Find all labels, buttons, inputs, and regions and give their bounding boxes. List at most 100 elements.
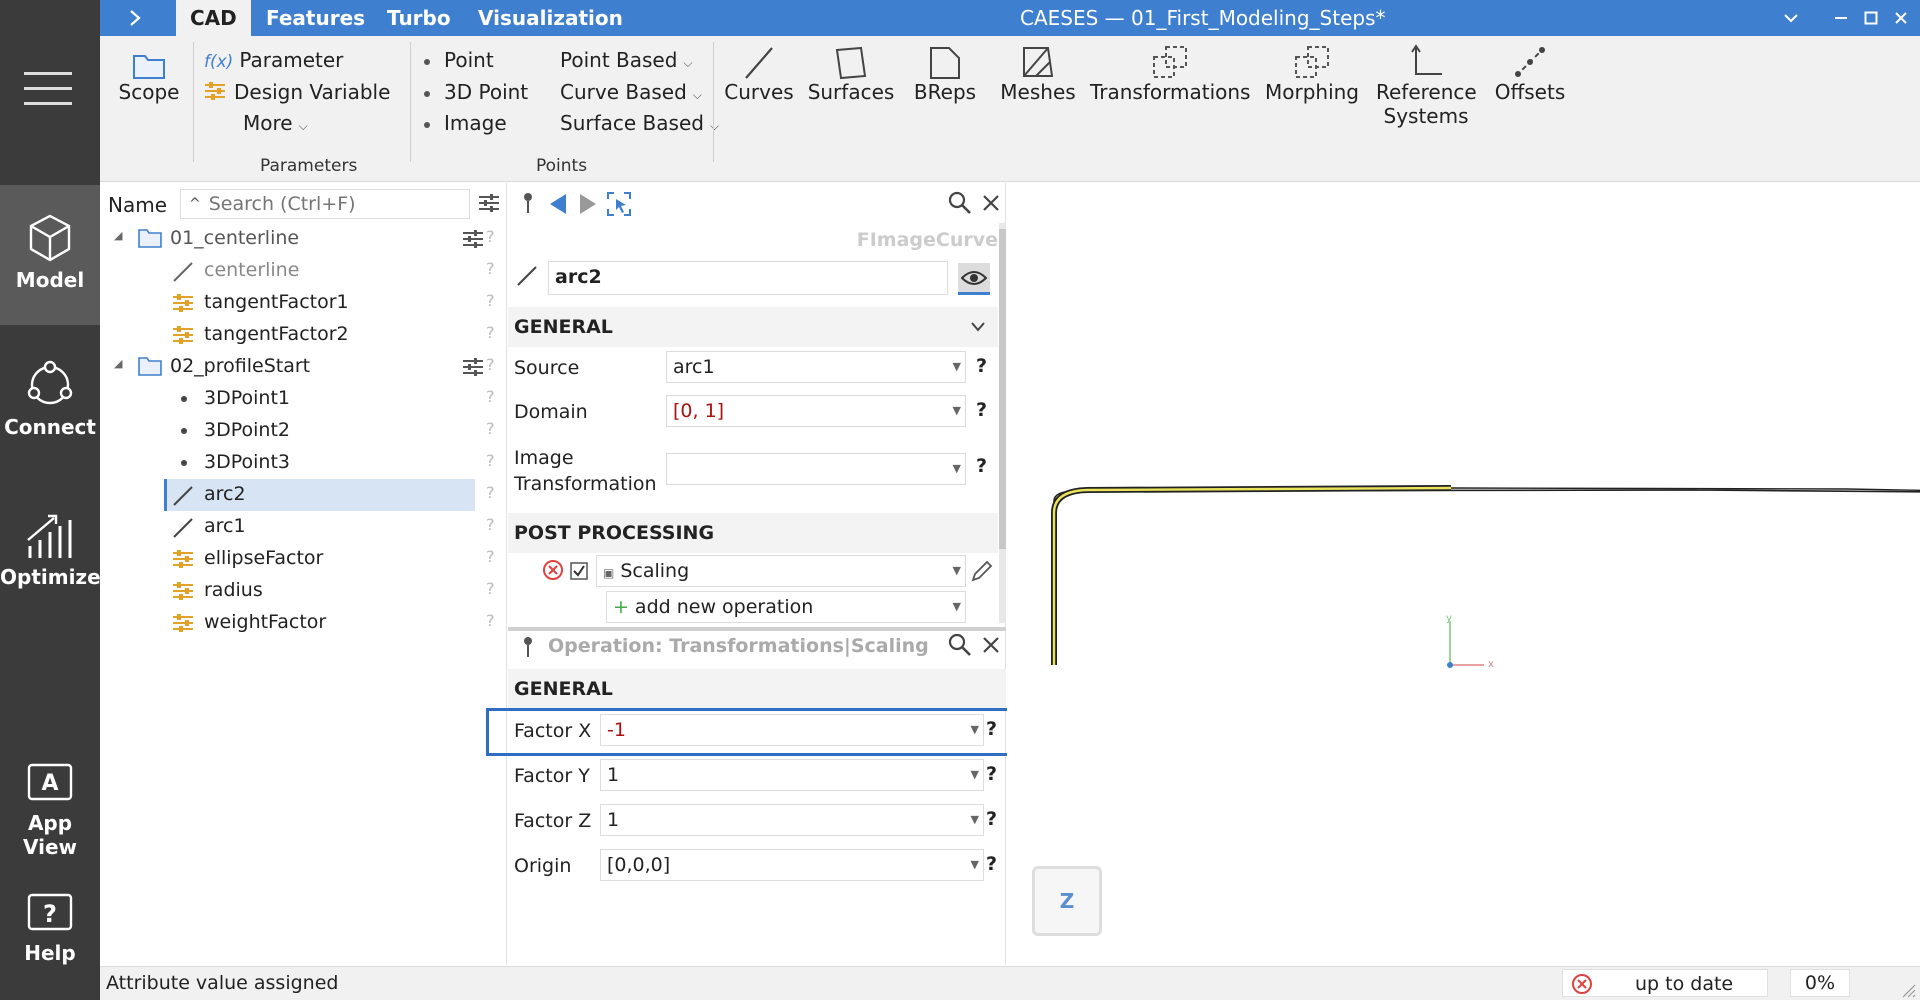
nav-app-view[interactable]: A App View — [0, 762, 100, 862]
tree-item-arc2-selected[interactable]: arc2 ? — [100, 479, 507, 511]
domain-help-button[interactable]: ? — [976, 399, 987, 421]
tree-folder-01-centerline[interactable]: ◢ 01_centerline ? — [100, 223, 507, 255]
panel-splitter[interactable] — [508, 627, 1006, 631]
tab-turbo[interactable]: Turbo — [373, 0, 465, 36]
breps-button[interactable]: BReps — [908, 36, 982, 104]
source-field[interactable]: arc1 ▼ — [666, 351, 966, 383]
sliders-icon[interactable] — [462, 229, 484, 254]
help-marker[interactable]: ? — [486, 227, 495, 246]
curve-based-dropdown[interactable]: Curve Based ⌵ — [560, 80, 702, 104]
nav-model[interactable]: Model — [0, 185, 100, 325]
factor-y-help-button[interactable]: ? — [986, 763, 997, 785]
dropdown-arrow-icon[interactable]: ▼ — [953, 592, 961, 622]
post-processing-section-header[interactable]: POST PROCESSING — [508, 513, 998, 553]
tree-item-weightfactor[interactable]: weightFactor ? — [100, 607, 507, 639]
dropdown-arrow-icon[interactable]: ▼ — [953, 454, 961, 484]
help-marker[interactable]: ? — [486, 515, 495, 534]
tab-features[interactable]: Features — [252, 0, 379, 36]
point-button[interactable]: Point — [424, 48, 494, 72]
tree-item-3dpoint2[interactable]: 3DPoint2 ? — [100, 415, 507, 447]
nav-connect[interactable]: Connect — [0, 360, 100, 460]
maximize-icon[interactable] — [1856, 0, 1886, 36]
sliders-icon[interactable] — [462, 357, 484, 382]
search-icon[interactable] — [948, 633, 972, 662]
name-column-header[interactable]: Name — [108, 193, 167, 217]
factor-z-help-button[interactable]: ? — [986, 808, 997, 830]
help-marker[interactable]: ? — [486, 419, 495, 438]
dropdown-arrow-icon[interactable]: ▼ — [971, 850, 979, 880]
edit-pencil-icon[interactable] — [970, 559, 994, 588]
tree-item-arc1[interactable]: arc1 ? — [100, 511, 507, 543]
scrollbar-thumb[interactable] — [999, 229, 1006, 549]
resize-grip-icon[interactable] — [1900, 981, 1916, 1000]
meshes-button[interactable]: Meshes — [994, 36, 1082, 104]
menu-chevron-down-icon[interactable] — [1776, 0, 1806, 36]
visibility-eye-icon[interactable] — [958, 263, 990, 295]
tree-item-3dpoint1[interactable]: 3DPoint1 ? — [100, 383, 507, 415]
collapse-triangle-icon[interactable]: ◢ — [114, 357, 122, 370]
morphing-button[interactable]: Morphing — [1262, 36, 1362, 104]
help-marker[interactable]: ? — [486, 547, 495, 566]
surface-based-dropdown[interactable]: Surface Based ⌵ — [560, 111, 719, 135]
general-section-header[interactable]: GENERAL — [508, 307, 998, 347]
tree-folder-02-profilestart[interactable]: ◢ 02_profileStart ? — [100, 351, 507, 383]
scope-button[interactable]: Scope — [114, 36, 184, 104]
dropdown-arrow-icon[interactable]: ▼ — [953, 396, 961, 426]
close-panel-icon[interactable] — [982, 193, 1000, 217]
tab-cad[interactable]: CAD — [176, 0, 251, 36]
help-marker[interactable]: ? — [486, 451, 495, 470]
help-marker[interactable]: ? — [486, 355, 495, 374]
back-arrow-icon[interactable] — [548, 193, 568, 220]
remove-error-icon[interactable] — [542, 559, 564, 586]
scaling-operation-field[interactable]: ▣ Scaling ▼ — [596, 555, 966, 587]
search-input[interactable] — [208, 193, 449, 215]
object-name-input[interactable]: arc2 — [548, 261, 948, 295]
collapse-chevron-icon[interactable] — [970, 307, 986, 347]
origin-field[interactable]: [0,0,0] ▼ — [600, 849, 984, 881]
offsets-button[interactable]: Offsets — [1490, 36, 1570, 104]
help-marker[interactable]: ? — [486, 579, 495, 598]
hamburger-menu-icon[interactable] — [24, 72, 72, 117]
tree-item-radius[interactable]: radius ? — [100, 575, 507, 607]
collapse-triangle-icon[interactable]: ◢ — [114, 229, 122, 242]
nav-optimize[interactable]: Optimize — [0, 512, 101, 612]
factor-z-field[interactable]: 1 ▼ — [600, 804, 984, 836]
factor-y-field[interactable]: 1 ▼ — [600, 759, 984, 791]
expand-chevron-icon[interactable] — [100, 0, 170, 36]
3d-point-button[interactable]: 3D Point — [424, 80, 528, 104]
add-new-operation-field[interactable]: + add new operation ▼ — [606, 591, 966, 623]
source-help-button[interactable]: ? — [976, 355, 987, 377]
image-transformation-field[interactable]: ▼ — [666, 453, 966, 485]
forward-arrow-icon[interactable] — [578, 193, 598, 220]
enabled-checkbox[interactable] — [570, 561, 588, 585]
nav-help[interactable]: ? Help — [0, 892, 100, 992]
pin-icon[interactable] — [522, 191, 534, 220]
dropdown-arrow-icon[interactable]: ▼ — [953, 556, 961, 586]
close-icon[interactable] — [1886, 0, 1916, 36]
dropdown-arrow-icon[interactable]: ▼ — [971, 760, 979, 790]
help-marker[interactable]: ? — [486, 291, 495, 310]
tree-item-tangentfactor2[interactable]: tangentFactor2 ? — [100, 319, 507, 351]
curves-button[interactable]: Curves — [722, 36, 796, 104]
dropdown-arrow-icon[interactable]: ▼ — [953, 352, 961, 382]
tree-item-3dpoint3[interactable]: 3DPoint3 ? — [100, 447, 507, 479]
point-based-dropdown[interactable]: Point Based ⌵ — [560, 48, 693, 72]
close-panel-icon[interactable] — [982, 635, 1000, 659]
operation-general-section-header[interactable]: GENERAL — [508, 669, 1006, 709]
dropdown-arrow-icon[interactable]: ▼ — [971, 805, 979, 835]
tree-item-tangentfactor1[interactable]: tangentFactor1 ? — [100, 287, 507, 319]
surfaces-button[interactable]: Surfaces — [806, 36, 896, 104]
help-marker[interactable]: ? — [486, 259, 495, 278]
design-variable-button[interactable]: Design Variable — [204, 80, 390, 106]
image-button[interactable]: Image — [424, 111, 507, 135]
help-marker[interactable]: ? — [486, 611, 495, 630]
origin-help-button[interactable]: ? — [986, 853, 997, 875]
search-icon[interactable] — [948, 191, 972, 220]
image-transformation-help-button[interactable]: ? — [976, 455, 987, 477]
filter-sliders-icon[interactable] — [478, 193, 500, 218]
help-marker[interactable]: ? — [486, 323, 495, 342]
scrollbar[interactable] — [999, 223, 1006, 623]
select-target-icon[interactable] — [606, 191, 632, 222]
3d-viewport[interactable]: y x Z — [1007, 183, 1920, 965]
help-marker[interactable]: ? — [486, 387, 495, 406]
